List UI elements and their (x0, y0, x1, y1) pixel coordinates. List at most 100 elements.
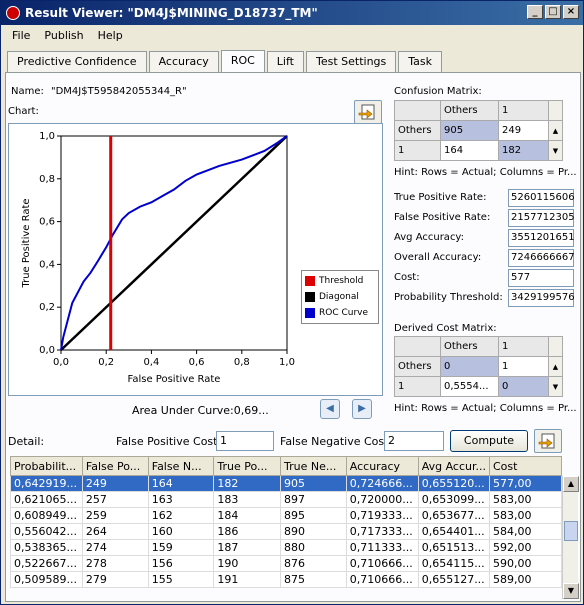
menu-publish[interactable]: Publish (37, 26, 90, 46)
table-cell: 0,655127... (417, 571, 490, 588)
scroll-down-icon[interactable]: ▼ (563, 583, 579, 599)
table-row[interactable]: 0,556042... 264 160 186 890 0,717333... 0,6544… (10, 523, 563, 540)
tab-accuracy[interactable]: Accuracy (148, 51, 219, 72)
x-tick-label: 0,4 (143, 357, 159, 368)
y-tick-label: 0,4 (39, 259, 55, 270)
table-row[interactable]: 0,608949... 259 162 184 895 0,719333... 0,6536… (10, 507, 563, 524)
table-cell: 583,00 (488, 491, 563, 508)
tab-lift[interactable]: Lift (266, 51, 304, 72)
detail-table: Probabilit... False Po... False N... Tru… (10, 456, 563, 588)
column-header[interactable]: True Po... (213, 456, 282, 476)
table-cell: 0,556042... (10, 523, 83, 540)
table-cell: 590,00 (488, 555, 563, 572)
fn-cost-input[interactable]: 2 (384, 431, 444, 451)
table-cell: 0,509589... (10, 571, 83, 588)
table-cell: 259 (81, 507, 149, 524)
table-row[interactable]: 0,621065... 257 163 183 897 0,720000... 0,6530… (10, 491, 563, 508)
table-cell: 592,00 (488, 539, 563, 556)
table-cell: 875 (280, 571, 347, 588)
close-button[interactable]: × (563, 5, 579, 19)
column-header[interactable]: False N... (147, 456, 215, 476)
dcm-header-1: 1 (498, 336, 549, 357)
minimize-button[interactable]: _ (527, 5, 543, 19)
dcm-cell[interactable]: 1 (498, 356, 549, 377)
x-tick-label: 1,0 (279, 357, 295, 368)
table-cell: 0,538365... (10, 539, 83, 556)
table-cell: 895 (280, 507, 347, 524)
compute-cost-button[interactable]: Compute Cost (450, 430, 528, 467)
menu-help[interactable]: Help (91, 26, 130, 46)
column-header[interactable]: Avg Accur... (417, 456, 490, 476)
table-cell: 0,719333... (345, 507, 419, 524)
table-row[interactable]: 0,538365... 274 159 187 880 0,711333... 0,6515… (10, 539, 563, 556)
y-tick-label: 0,2 (39, 302, 55, 313)
column-header[interactable]: Accuracy (345, 456, 419, 476)
tab-test-settings[interactable]: Test Settings (305, 51, 397, 72)
table-cell: 186 (213, 523, 282, 540)
app-icon (6, 6, 20, 20)
legend-item-roc-curve: ROC Curve (305, 305, 375, 321)
table-cell: 163 (147, 491, 215, 508)
x-tick-label: 0,6 (189, 357, 205, 368)
table-cell: 184 (213, 507, 282, 524)
menu-file[interactable]: File (5, 26, 37, 46)
scroll-down-icon[interactable]: ▼ (548, 140, 563, 161)
x-tick-label: 0,2 (98, 357, 114, 368)
dcm-cell[interactable]: 0 (498, 376, 549, 397)
table-row[interactable]: 0,642919... 249 164 182 905 0,724666... 0,6551… (10, 475, 563, 492)
menu-bar: File Publish Help (1, 26, 583, 46)
result-viewer-window: Result Viewer: "DM4J$MINING_D18737_TM" _… (0, 0, 584, 605)
next-button[interactable]: ▶ (352, 399, 372, 419)
scroll-down-icon[interactable]: ▼ (548, 376, 563, 397)
column-header[interactable]: Cost (488, 456, 563, 476)
y-tick-label: 0,8 (39, 174, 55, 185)
scroll-up-icon[interactable]: ▲ (548, 356, 563, 377)
cm-cell: 164 (440, 140, 499, 161)
cm-cell: 905 (440, 120, 499, 141)
scroll-up-icon[interactable]: ▲ (563, 476, 579, 492)
table-cell: 880 (280, 539, 347, 556)
table-cell: 164 (147, 475, 215, 492)
previous-button[interactable]: ◀ (320, 399, 340, 419)
table-cell: 0,608949... (10, 507, 83, 524)
tab-roc[interactable]: ROC (220, 50, 265, 72)
stat-value: 3429199576 (508, 289, 575, 307)
dcm-cell[interactable]: 0 (440, 356, 499, 377)
column-header[interactable]: Probabilit... (10, 456, 83, 476)
column-header[interactable]: True Ne... (280, 456, 347, 476)
cm-row-others: Others (394, 120, 441, 141)
area-under-curve: Area Under Curve:0,69... (132, 404, 269, 417)
tab-predictive-confidence[interactable]: Predictive Confidence (7, 51, 147, 72)
table-cell: 182 (213, 475, 282, 492)
cm-header-1: 1 (498, 100, 549, 121)
stat-label: False Positive Rate: (394, 212, 491, 223)
y-tick-label: 1,0 (39, 131, 55, 142)
table-cell: 0,654401... (417, 523, 490, 540)
fp-cost-input[interactable]: 1 (216, 431, 274, 451)
legend-item-diagonal: Diagonal (305, 289, 375, 305)
export-chart-button[interactable] (354, 100, 382, 124)
cm-cell: 249 (498, 120, 549, 141)
table-row[interactable]: 0,522667... 278 156 190 876 0,710666... 0,6541… (10, 555, 563, 572)
dcm-cell[interactable]: 0,5554... (440, 376, 499, 397)
derived-hint: Hint: Rows = Actual; Columns = Pr... (394, 403, 577, 414)
column-header[interactable]: False Po... (81, 456, 149, 476)
table-scrollbar[interactable]: ▲ ▼ (562, 476, 579, 599)
export-icon (538, 433, 555, 449)
stat-value: 7246666667 (508, 249, 575, 267)
roc-chart: 0,0 0,0 0,2 0,2 0,4 0,4 0,6 0,6 0,8 0,8 1,0 1,0 Fals… (8, 123, 383, 396)
name-value: "DM4J$T595842055344_R" (51, 86, 187, 97)
tab-task[interactable]: Task (398, 51, 443, 72)
scroll-up-icon[interactable]: ▲ (548, 120, 563, 141)
table-row[interactable]: 0,509589... 279 155 191 875 0,710666... 0,6551… (10, 571, 563, 588)
table-cell: 876 (280, 555, 347, 572)
derived-cost-matrix: Others 1 Others 0 1 ▲ 1 0,5554... 0 ▼ (394, 336, 563, 397)
table-cell: 583,00 (488, 507, 563, 524)
export-detail-button[interactable] (534, 429, 562, 453)
table-cell: 0,651513... (417, 539, 490, 556)
y-axis-label: True Positive Rate (21, 198, 32, 288)
table-cell: 0,720000... (345, 491, 419, 508)
table-cell: 160 (147, 523, 215, 540)
scroll-thumb[interactable] (564, 521, 578, 541)
maximize-button[interactable]: □ (545, 5, 561, 19)
